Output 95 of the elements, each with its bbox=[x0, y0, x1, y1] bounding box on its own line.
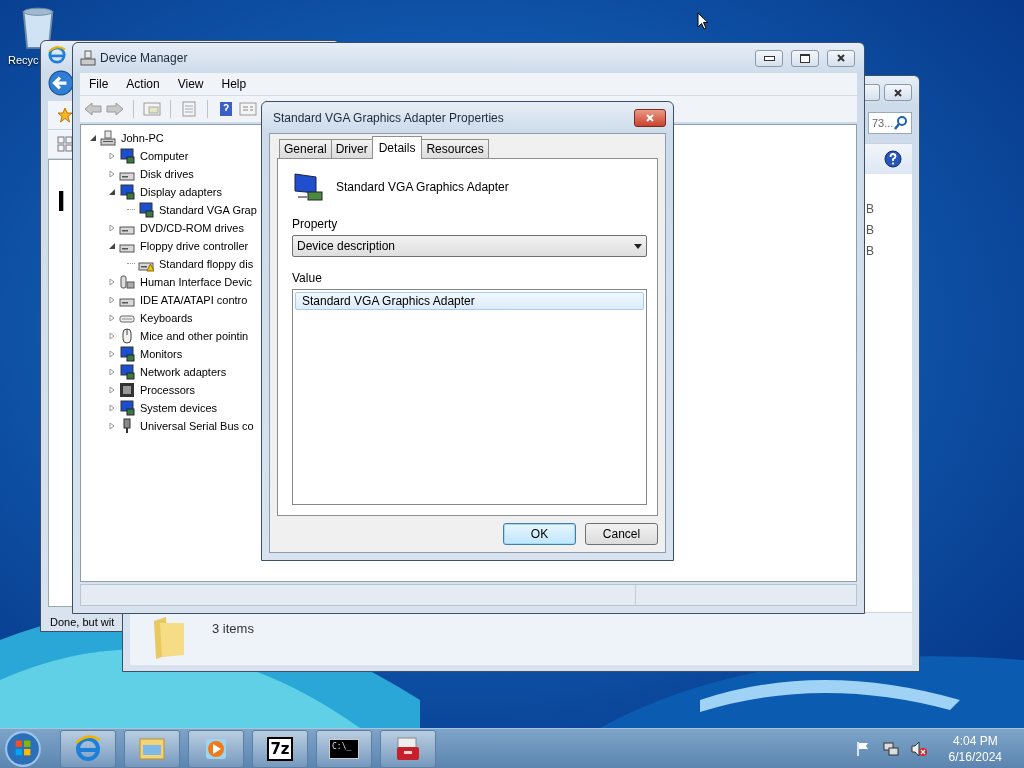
status-text: Done, but wit bbox=[50, 616, 115, 628]
tiles-icon[interactable] bbox=[57, 136, 73, 152]
menu-item[interactable]: Help bbox=[212, 77, 256, 91]
expander-icon[interactable] bbox=[108, 242, 116, 250]
file-size: B bbox=[866, 202, 874, 216]
monitor-icon bbox=[119, 364, 135, 380]
taskbar-button[interactable] bbox=[60, 729, 116, 768]
toolbox-icon bbox=[394, 734, 422, 763]
tree-item[interactable]: Mice and other pointin bbox=[138, 330, 249, 342]
tree-item[interactable]: Processors bbox=[138, 384, 196, 396]
tab[interactable]: Driver bbox=[330, 139, 373, 158]
monitor-icon bbox=[119, 400, 135, 416]
desktop-icon-label[interactable]: Recyc bbox=[8, 54, 39, 66]
tree-item[interactable]: Standard VGA Grap bbox=[157, 204, 257, 216]
mouse-pointer-icon bbox=[697, 12, 709, 30]
tree-item[interactable]: System devices bbox=[138, 402, 218, 414]
tree-item[interactable]: Disk drives bbox=[138, 168, 194, 180]
property-dropdown[interactable]: Device description bbox=[292, 235, 647, 257]
search-field[interactable]: 73... bbox=[868, 112, 912, 134]
taskbar-button[interactable] bbox=[380, 729, 436, 768]
expander-icon[interactable] bbox=[89, 134, 97, 142]
start-button[interactable] bbox=[4, 729, 42, 768]
list-item[interactable]: Standard VGA Graphics Adapter bbox=[295, 292, 644, 310]
dialog-title: Standard VGA Graphics Adapter Properties bbox=[273, 110, 504, 125]
window-title: Device Manager bbox=[100, 51, 188, 65]
tree-item[interactable]: Floppy drive controller bbox=[138, 240, 249, 252]
menu-item[interactable]: View bbox=[168, 77, 213, 91]
browser-icon bbox=[48, 46, 66, 64]
field-label: Property bbox=[292, 217, 339, 231]
dialog-button[interactable]: Cancel bbox=[585, 523, 658, 545]
tree-item[interactable]: Monitors bbox=[138, 348, 183, 360]
tree-item[interactable]: DVD/CD-ROM drives bbox=[138, 222, 244, 234]
tab[interactable]: Resources bbox=[421, 139, 489, 158]
minimize-button[interactable] bbox=[755, 49, 783, 67]
browser-icon bbox=[74, 734, 102, 763]
monitor-icon bbox=[119, 148, 135, 164]
monitor-icon bbox=[119, 346, 135, 362]
dialog-button[interactable]: OK bbox=[503, 523, 576, 545]
close-button[interactable] bbox=[884, 84, 912, 101]
close-button[interactable] bbox=[827, 49, 855, 67]
tree-item[interactable]: Keyboards bbox=[138, 312, 193, 324]
forward-arrow-icon[interactable] bbox=[106, 101, 124, 117]
computer-icon bbox=[80, 50, 96, 66]
tree-item[interactable]: Computer bbox=[138, 150, 189, 162]
close-icon bbox=[836, 53, 846, 63]
close-icon bbox=[645, 112, 655, 123]
network-icon[interactable] bbox=[882, 740, 899, 757]
tree-item[interactable]: John-PC bbox=[119, 132, 164, 144]
taskbar-button[interactable] bbox=[124, 729, 180, 768]
computer-icon bbox=[100, 130, 116, 146]
flag-icon[interactable] bbox=[854, 740, 871, 757]
help-icon[interactable] bbox=[884, 150, 902, 168]
mouse-icon bbox=[119, 328, 135, 344]
back-button[interactable] bbox=[48, 70, 74, 96]
star-icon[interactable] bbox=[57, 107, 73, 123]
expander-icon[interactable] bbox=[108, 188, 116, 196]
close-button[interactable] bbox=[634, 108, 666, 127]
restore-button[interactable] bbox=[865, 84, 880, 101]
tab[interactable]: Details bbox=[371, 136, 423, 159]
minimize-icon bbox=[763, 55, 775, 61]
tree-item[interactable]: Display adapters bbox=[138, 186, 222, 198]
caret-icon bbox=[634, 243, 642, 249]
monitor-icon bbox=[119, 184, 135, 200]
page-heading: I bbox=[57, 184, 66, 217]
menu-item[interactable]: File bbox=[80, 77, 118, 91]
device-name: Standard VGA Graphics Adapter bbox=[336, 180, 509, 194]
tree-item[interactable]: Human Interface Devic bbox=[138, 276, 252, 288]
tree-item[interactable]: IDE ATA/ATAPI contro bbox=[138, 294, 248, 306]
properties-icon[interactable] bbox=[180, 101, 198, 117]
archive-icon: 7z bbox=[267, 736, 293, 761]
field-label: Value bbox=[292, 271, 323, 285]
menu-item[interactable]: Action bbox=[117, 77, 169, 91]
chip-icon bbox=[119, 382, 135, 398]
taskbar-button[interactable] bbox=[188, 729, 244, 768]
monitor-icon bbox=[292, 171, 324, 203]
tree-line bbox=[127, 263, 135, 265]
search-icon bbox=[893, 115, 910, 131]
maximize-button[interactable] bbox=[791, 49, 819, 67]
tree-item[interactable]: Universal Serial Bus co bbox=[138, 420, 254, 432]
close-icon bbox=[893, 87, 903, 98]
tab[interactable]: General bbox=[279, 139, 332, 158]
restore-icon bbox=[800, 53, 810, 63]
taskbar-button[interactable]: 7z bbox=[252, 729, 308, 768]
back-arrow-icon[interactable] bbox=[84, 101, 102, 117]
tree-item[interactable]: Network adapters bbox=[138, 366, 227, 378]
item-count: 3 items bbox=[212, 621, 254, 636]
file-size: B bbox=[866, 244, 874, 258]
tree-item[interactable]: Standard floppy dis bbox=[157, 258, 254, 270]
device-icon bbox=[119, 274, 135, 290]
muted-speaker-icon[interactable] bbox=[910, 740, 927, 757]
console-icon: C:\_ bbox=[329, 738, 359, 759]
console-tree-icon[interactable] bbox=[143, 101, 161, 117]
taskbar-button[interactable]: C:\_ bbox=[316, 729, 372, 768]
tree-line bbox=[127, 209, 135, 211]
file-size: B bbox=[866, 223, 874, 237]
